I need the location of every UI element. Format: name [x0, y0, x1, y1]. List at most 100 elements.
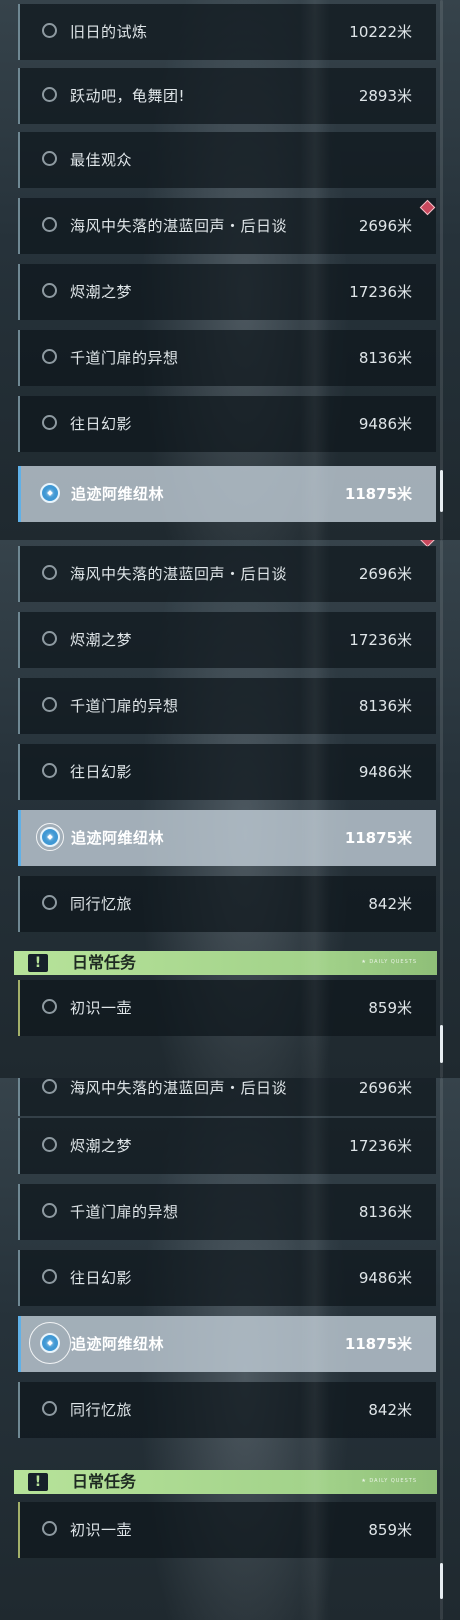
quest-name: 追迹阿维纽林 — [71, 1335, 165, 1353]
quest-list-panel: 旧日的试炼 10222米 跃动吧，龟舞团! 2893米 最佳观众 海风中失落的湛… — [0, 0, 460, 540]
quest-name: 同行忆旅 — [70, 1401, 133, 1419]
quest-name: 烬潮之梦 — [70, 1137, 133, 1155]
section-title: 日常任务 — [72, 953, 137, 972]
quest-item[interactable]: 海风中失落的湛蓝回声・后日谈 2696米 — [18, 546, 436, 602]
daily-quest-item[interactable]: 初识一壶 859米 — [18, 980, 436, 1036]
quest-item[interactable]: 同行忆旅 842米 — [18, 876, 436, 932]
quest-item[interactable]: 最佳观众 — [18, 132, 436, 188]
quest-item[interactable]: 千道门扉的异想 8136米 — [18, 330, 436, 386]
radio-icon — [42, 1079, 57, 1094]
quest-distance: 2893米 — [358, 87, 412, 105]
quest-item[interactable]: 烬潮之梦 17236米 — [18, 264, 436, 320]
quest-name: 往日幻影 — [70, 763, 133, 781]
quest-item[interactable]: 烬潮之梦 17236米 — [18, 1118, 436, 1174]
scrollbar-thumb[interactable] — [440, 470, 443, 512]
quest-name: 跃动吧，龟舞团! — [70, 87, 186, 105]
quest-item[interactable]: 跃动吧，龟舞团! 2893米 — [18, 68, 436, 124]
quest-distance: 17236米 — [349, 631, 412, 649]
radio-icon — [42, 151, 57, 166]
quest-list-panel: 海风中失落的湛蓝回声・后日谈 2696米 烬潮之梦 17236米 千道门扉的异想… — [0, 1078, 460, 1620]
quest-name: 初识一壶 — [70, 999, 133, 1017]
quest-name: 千道门扉的异想 — [70, 697, 179, 715]
quest-distance: 11875米 — [344, 485, 412, 503]
scrollbar-thumb[interactable] — [440, 1025, 443, 1063]
daily-quests-header[interactable]: ! 日常任务 ★ DAILY QUESTS — [14, 1470, 437, 1494]
quest-name: 千道门扉的异想 — [70, 1203, 179, 1221]
quest-distance: 17236米 — [349, 1137, 412, 1155]
quest-name: 烬潮之梦 — [70, 283, 133, 301]
quest-item-tracked[interactable]: 追迹阿维纽林 11875米 — [18, 466, 436, 522]
radio-icon — [42, 415, 57, 430]
tracking-ring-icon — [29, 1322, 71, 1364]
quest-item[interactable]: 往日幻影 9486米 — [18, 1250, 436, 1306]
quest-distance: 2696米 — [358, 217, 412, 235]
quest-distance: 9486米 — [358, 1269, 412, 1287]
quest-item-tracked[interactable]: 追迹阿维纽林 11875米 — [18, 1316, 436, 1372]
radio-icon — [42, 87, 57, 102]
radio-icon — [42, 1203, 57, 1218]
radio-icon — [42, 349, 57, 364]
scrollbar-thumb[interactable] — [440, 1563, 443, 1599]
scrollbar-track[interactable] — [440, 1078, 443, 1620]
radio-icon — [42, 631, 57, 646]
radio-icon — [42, 999, 57, 1014]
radio-icon — [42, 763, 57, 778]
quest-distance: 9486米 — [358, 415, 412, 433]
radio-icon — [42, 1269, 57, 1284]
quest-name: 烬潮之梦 — [70, 631, 133, 649]
radio-icon — [42, 1401, 57, 1416]
quest-item[interactable]: 千道门扉的异想 8136米 — [18, 678, 436, 734]
quest-item[interactable]: 往日幻影 9486米 — [18, 396, 436, 452]
quest-list-panel: 海风中失落的湛蓝回声・后日谈 2696米 烬潮之梦 17236米 千道门扉的异想… — [0, 540, 460, 1078]
tracking-icon — [40, 483, 60, 503]
radio-icon — [42, 23, 57, 38]
section-title: 日常任务 — [72, 1472, 137, 1491]
quest-distance: 11875米 — [344, 829, 412, 847]
quest-item[interactable]: 海风中失落的湛蓝回声・后日谈 2696米 — [18, 198, 436, 254]
exclamation-icon: ! — [28, 1473, 48, 1491]
quest-item[interactable]: 海风中失落的湛蓝回声・后日谈 2696米 — [18, 1078, 436, 1116]
quest-name: 最佳观众 — [70, 151, 133, 169]
quest-item[interactable]: 往日幻影 9486米 — [18, 744, 436, 800]
radio-icon — [42, 283, 57, 298]
exclamation-icon: ! — [28, 954, 48, 972]
quest-name: 初识一壶 — [70, 1521, 133, 1539]
quest-item[interactable]: 同行忆旅 842米 — [18, 1382, 436, 1438]
radio-icon — [42, 1137, 57, 1152]
scrollbar-track[interactable] — [440, 0, 443, 540]
radio-icon — [42, 1521, 57, 1536]
radio-icon — [42, 565, 57, 580]
quest-name: 追迹阿维纽林 — [71, 829, 165, 847]
radio-icon — [42, 217, 57, 232]
quest-distance: 17236米 — [349, 283, 412, 301]
quest-item-tracked[interactable]: 追迹阿维纽林 11875米 — [18, 810, 436, 866]
quest-distance: 8136米 — [358, 1203, 412, 1221]
quest-item[interactable]: 千道门扉的异想 8136米 — [18, 1184, 436, 1240]
section-tag: ★ DAILY QUESTS — [361, 959, 417, 965]
quest-distance: 11875米 — [344, 1335, 412, 1353]
quest-distance: 10222米 — [349, 23, 412, 41]
quest-item[interactable]: 烬潮之梦 17236米 — [18, 612, 436, 668]
radio-icon — [42, 697, 57, 712]
quest-item[interactable]: 旧日的试炼 10222米 — [18, 4, 436, 60]
section-tag: ★ DAILY QUESTS — [361, 1478, 417, 1484]
quest-distance: 2696米 — [358, 1079, 412, 1097]
daily-quests-header[interactable]: ! 日常任务 ★ DAILY QUESTS — [14, 951, 437, 975]
quest-name: 海风中失落的湛蓝回声・后日谈 — [70, 217, 288, 235]
quest-name: 千道门扉的异想 — [70, 349, 179, 367]
quest-distance: 859米 — [368, 999, 412, 1017]
quest-name: 往日幻影 — [70, 415, 133, 433]
quest-name: 海风中失落的湛蓝回声・后日谈 — [70, 565, 288, 583]
quest-distance: 842米 — [368, 895, 412, 913]
quest-distance: 859米 — [368, 1521, 412, 1539]
daily-quest-item[interactable]: 初识一壶 859米 — [18, 1502, 436, 1558]
quest-name: 往日幻影 — [70, 1269, 133, 1287]
quest-name: 海风中失落的湛蓝回声・后日谈 — [70, 1079, 288, 1097]
radio-icon — [42, 895, 57, 910]
quest-distance: 8136米 — [358, 349, 412, 367]
scrollbar-track[interactable] — [440, 540, 443, 1078]
quest-distance: 8136米 — [358, 697, 412, 715]
quest-distance: 2696米 — [358, 565, 412, 583]
quest-distance: 9486米 — [358, 763, 412, 781]
quest-name: 旧日的试炼 — [70, 23, 148, 41]
